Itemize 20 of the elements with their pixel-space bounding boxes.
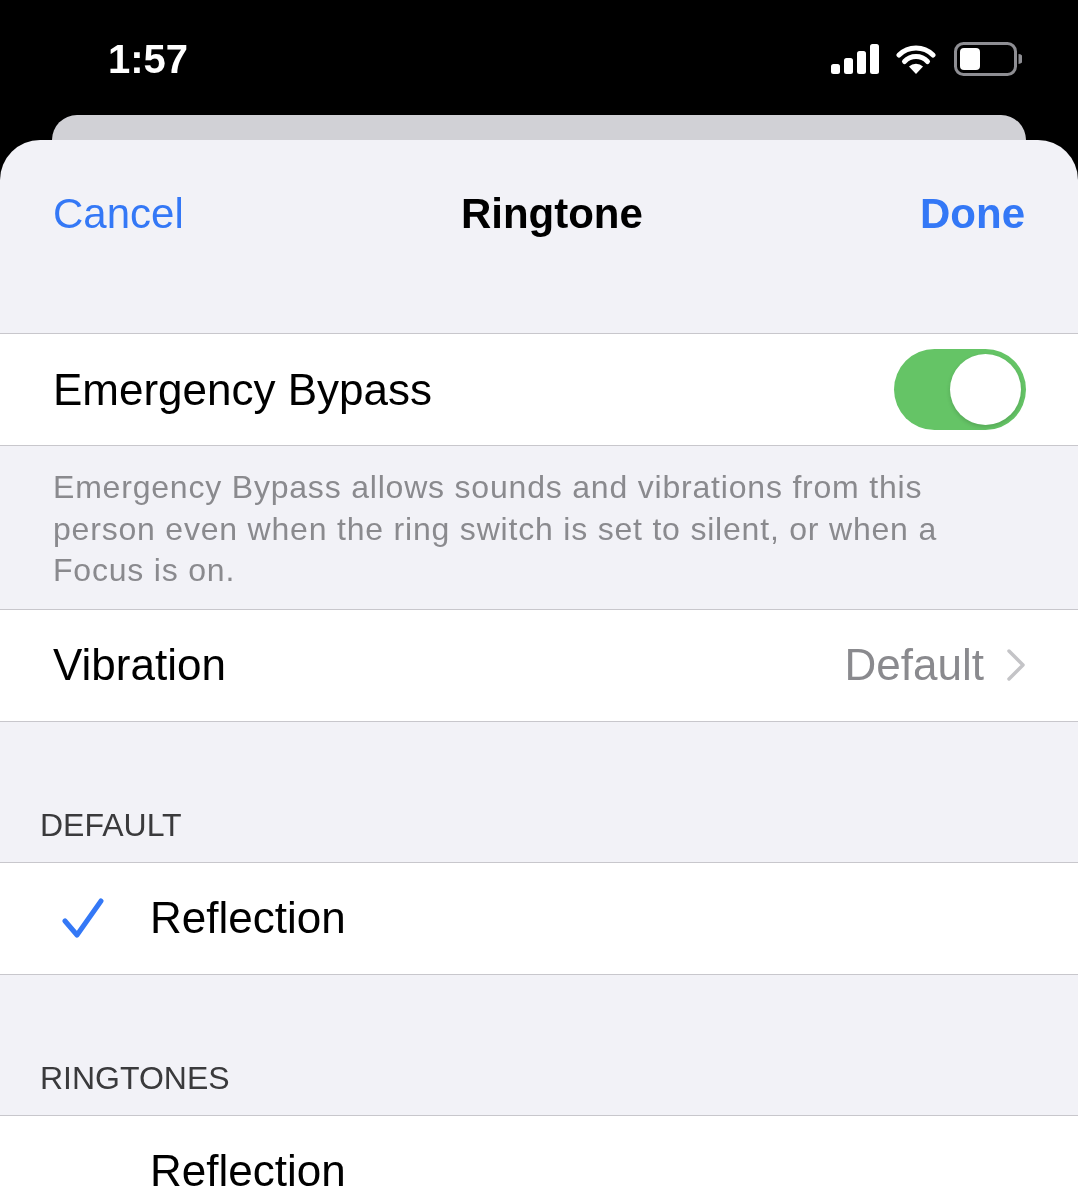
signal-icon — [831, 44, 879, 74]
settings-row[interactable]: Vibration Default — [0, 608, 1078, 722]
ringtone-name: Reflection — [150, 1146, 346, 1196]
row-value: Default — [844, 640, 984, 690]
battery-icon — [954, 42, 1022, 76]
chevron-icon — [1006, 648, 1026, 682]
checkmark-icon — [62, 898, 104, 938]
wifi-icon — [896, 44, 936, 74]
sheet-title: Ringtone — [460, 192, 643, 236]
ringtone-item[interactable]: Reflection — [0, 861, 1078, 975]
section-header: DEFAULT — [39, 805, 183, 845]
status-time: 1:57 — [108, 37, 189, 81]
done-button[interactable]: Done — [920, 192, 1025, 236]
ringtone-item[interactable]: Reflection — [0, 1114, 1078, 1200]
cancel-button[interactable]: Cancel — [53, 192, 184, 236]
section-header: RINGTONES — [39, 1058, 231, 1098]
footer-note: Emergency Bypass allows sounds and vibrations from this person even when the ring switch is set to silent, or when a Focus is on. — [52, 468, 938, 590]
row-label: Vibration — [53, 640, 226, 690]
ringtone-name: Reflection — [150, 893, 346, 943]
row-label: Emergency Bypass — [53, 364, 433, 415]
